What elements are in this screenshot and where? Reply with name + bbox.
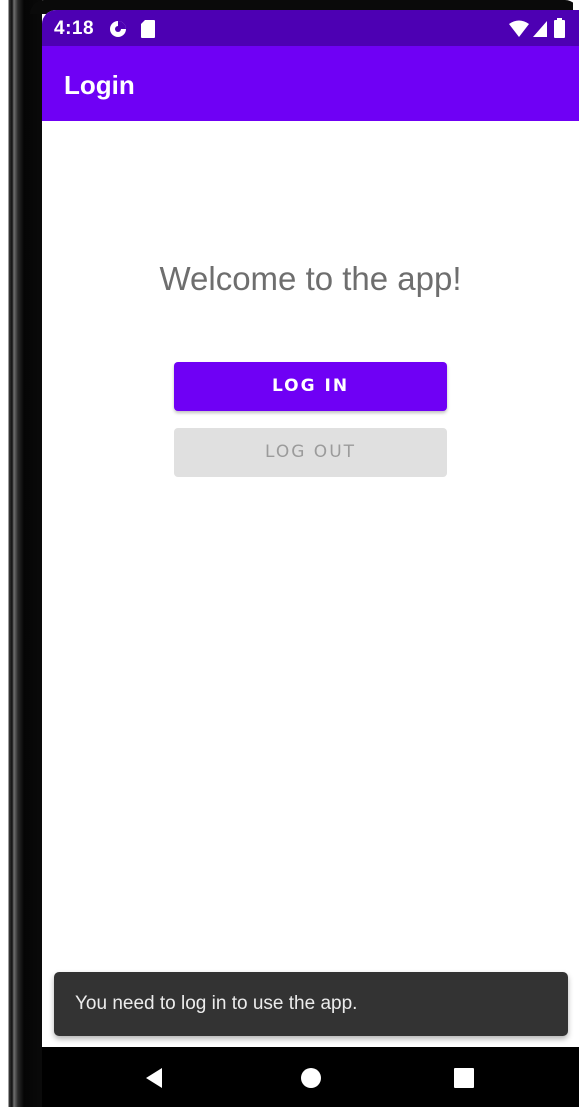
app-title: Login: [64, 70, 135, 100]
status-time: 4:18: [54, 18, 95, 39]
back-icon[interactable]: [124, 1047, 184, 1107]
home-icon[interactable]: [281, 1047, 341, 1107]
signal-icon: [532, 20, 548, 43]
device-frame-left: [0, 0, 42, 1107]
recents-icon[interactable]: [434, 1047, 494, 1107]
wifi-icon: [508, 20, 530, 43]
navigation-bar: [42, 1047, 579, 1107]
device-screenshot: 4:18 Login Welcome to the app! LOG IN LO…: [0, 0, 579, 1107]
battery-icon: [554, 18, 565, 43]
login-button[interactable]: LOG IN: [174, 362, 447, 411]
phone-screen: 4:18 Login Welcome to the app! LOG IN LO…: [42, 10, 579, 1107]
snackbar-message: You need to log in to use the app.: [75, 993, 358, 1014]
snackbar: You need to log in to use the app.: [54, 972, 568, 1036]
data-saver-icon: [108, 19, 128, 44]
sd-card-icon: [140, 19, 156, 44]
status-bar: 4:18: [42, 10, 579, 46]
logout-button[interactable]: LOG OUT: [174, 428, 447, 477]
app-bar: Login: [42, 46, 579, 121]
welcome-heading: Welcome to the app!: [159, 260, 462, 297]
